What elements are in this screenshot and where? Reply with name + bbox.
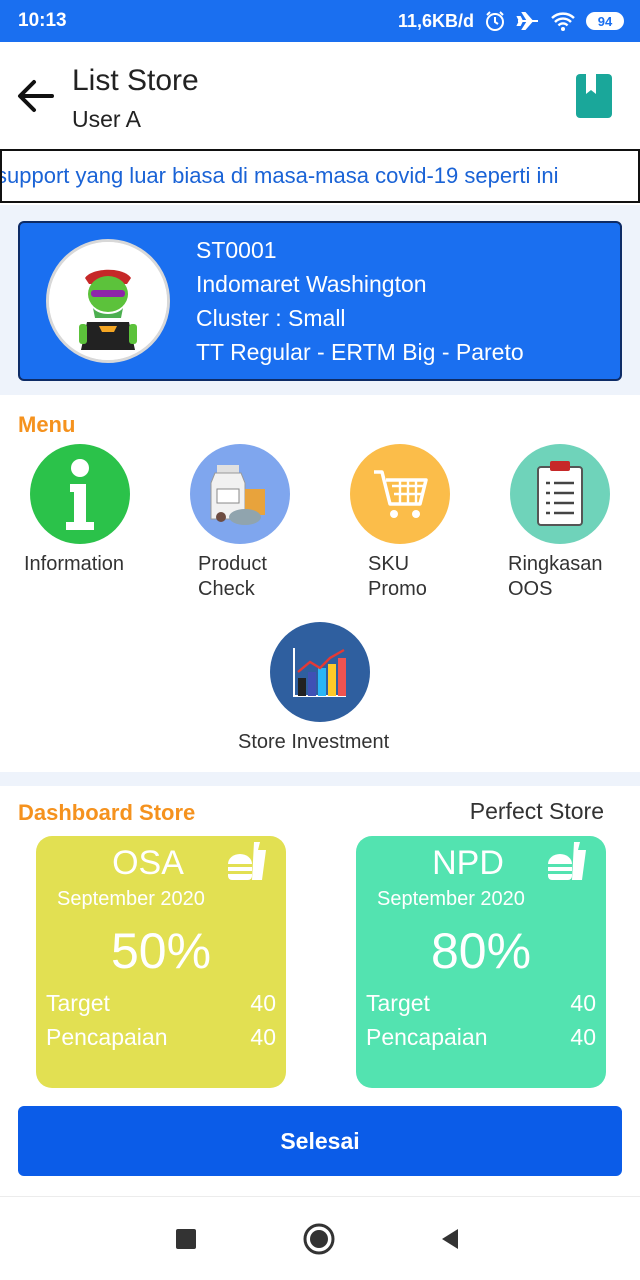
shopping-cart-icon — [350, 444, 450, 544]
store-type: TT Regular - ERTM Big - Pareto — [196, 339, 524, 365]
status-bar: 10:13 11,6KB/d 94 — [0, 0, 640, 42]
menu-label: Information — [24, 553, 125, 575]
kpi-achievement-value: 40 — [570, 1024, 596, 1050]
network-speed: 11,6KB/d — [397, 10, 474, 31]
store-card[interactable]: ST0001 Indomaret Washington Cluster : Sm… — [18, 221, 622, 381]
store-name: Indomaret Washington — [196, 271, 427, 297]
app-bar: List Store User A — [0, 42, 640, 146]
store-cluster: Cluster : Small — [196, 305, 346, 331]
menu-item-product-check[interactable]: Product Check — [190, 444, 330, 602]
kpi-card-npd[interactable]: NPD September 2020 80% Target 40 Pencapa… — [356, 836, 606, 1088]
menu-item-sku-promo[interactable]: SKU Promo — [350, 444, 490, 602]
status-indicators: 11,6KB/d 94 — [398, 10, 624, 32]
kpi-target-row: Target 40 — [46, 990, 276, 1017]
page-subtitle: User A — [72, 106, 142, 132]
menu-item-information[interactable]: Information — [24, 444, 164, 577]
dashboard-heading: Dashboard Store — [18, 800, 196, 825]
menu-label: SKU Promo — [368, 553, 427, 600]
store-code: ST0001 — [196, 237, 277, 263]
status-time: 10:13 — [18, 10, 67, 31]
marquee-text: support yang luar biasa di masa-masa cov… — [0, 163, 559, 188]
home-icon[interactable] — [299, 1221, 339, 1257]
page-title: List Store — [72, 64, 199, 97]
announcement-marquee: support yang luar biasa di masa-masa cov… — [0, 149, 640, 203]
kpi-achievement-value: 40 — [250, 1024, 276, 1050]
dashboard-section: Dashboard Store Perfect Store OSA Septem… — [0, 786, 640, 1196]
alarm-icon — [484, 10, 506, 32]
menu-item-ringkasan-oos[interactable]: Ringkasan OOS — [508, 444, 640, 602]
avatar — [46, 239, 170, 363]
kpi-target-row: Target 40 — [366, 990, 596, 1017]
food-drink-icon — [546, 840, 592, 882]
menu-label: Store Investment — [238, 731, 390, 753]
recent-apps-icon[interactable] — [166, 1221, 206, 1257]
kpi-achievement-label: Pencapaian — [46, 1024, 168, 1050]
system-nav-bar — [0, 1196, 640, 1280]
battery-icon: 94 — [586, 12, 624, 30]
bar-chart-icon — [270, 622, 370, 722]
back-icon[interactable] — [430, 1221, 470, 1257]
menu-section: Menu Information Product Check SKU Promo R… — [0, 400, 640, 772]
wifi-icon — [550, 10, 576, 32]
kpi-target-value: 40 — [250, 990, 276, 1016]
kpi-percent: 50% — [110, 923, 212, 979]
menu-item-store-investment[interactable]: Store Investment — [230, 622, 420, 755]
kpi-achievement-row: Pencapaian 40 — [46, 1024, 276, 1051]
menu-label: Product Check — [198, 553, 267, 600]
kpi-target-value: 40 — [570, 990, 596, 1016]
section-divider — [0, 772, 640, 786]
kpi-achievement-label: Pencapaian — [366, 1024, 488, 1050]
kpi-percent: 80% — [430, 923, 532, 979]
avatar-illustration-icon — [49, 242, 167, 360]
info-icon — [30, 444, 130, 544]
store-info: ST0001 Indomaret Washington Cluster : Sm… — [196, 233, 524, 369]
milk-bottle-icon — [190, 444, 290, 544]
menu-label: Ringkasan OOS — [508, 553, 603, 600]
kpi-target-label: Target — [366, 990, 430, 1016]
bookmark-icon[interactable] — [574, 72, 614, 120]
food-drink-icon — [226, 840, 272, 882]
kpi-achievement-row: Pencapaian 40 — [366, 1024, 596, 1051]
clipboard-icon — [510, 444, 610, 544]
kpi-card-osa[interactable]: OSA September 2020 50% Target 40 Pencapa… — [36, 836, 286, 1088]
perfect-store-label: Perfect Store — [469, 798, 604, 824]
airplane-icon — [516, 10, 540, 32]
store-section: ST0001 Indomaret Washington Cluster : Sm… — [0, 205, 640, 395]
kpi-period: September 2020 — [57, 888, 205, 910]
back-arrow-icon[interactable] — [14, 74, 58, 118]
done-button[interactable]: Selesai — [18, 1106, 622, 1176]
kpi-period: September 2020 — [377, 888, 525, 910]
kpi-target-label: Target — [46, 990, 110, 1016]
menu-heading: Menu — [18, 412, 76, 437]
